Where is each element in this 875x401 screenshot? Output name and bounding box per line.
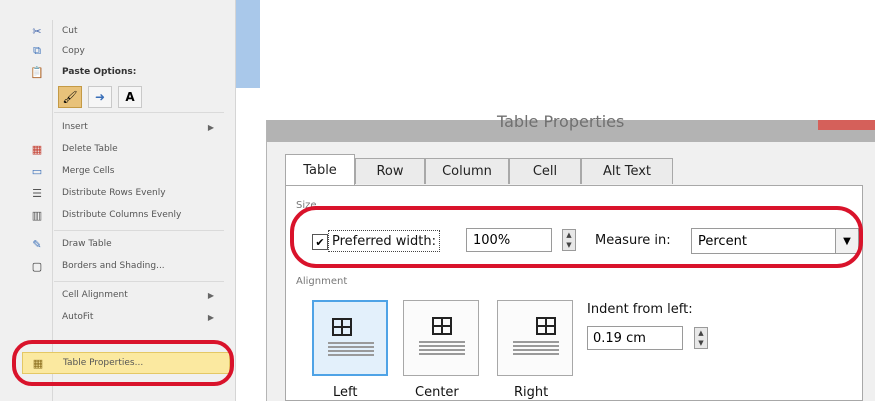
borders-icon: ▢: [31, 259, 43, 273]
annotation-circle-size: [290, 206, 863, 268]
distribute-columns-icon: ▥: [31, 208, 43, 222]
tab-column[interactable]: Column: [425, 158, 509, 184]
menu-item-autofit[interactable]: AutoFit ▶: [0, 307, 232, 327]
menu-separator: [54, 230, 224, 231]
indent-from-left-label: Indent from left:: [587, 302, 693, 317]
tab-table[interactable]: Table: [285, 154, 355, 186]
menu-item-copy[interactable]: ⧉ Copy: [0, 41, 232, 61]
submenu-arrow-icon: ▶: [207, 290, 214, 300]
tab-cell[interactable]: Cell: [509, 158, 581, 184]
merge-formatting-icon[interactable]: ➜: [88, 86, 112, 108]
close-button[interactable]: [818, 120, 875, 130]
paste-options-row: 🖌 ➜ A: [58, 86, 142, 108]
align-center-button[interactable]: [403, 300, 479, 376]
align-center-caption: Center: [415, 385, 459, 400]
draw-table-icon: ✎: [32, 237, 42, 251]
dialog-title: Table Properties: [497, 112, 625, 131]
menu-item-distribute-columns[interactable]: ▥ Distribute Columns Evenly: [0, 205, 232, 225]
menu-separator: [54, 281, 224, 282]
submenu-arrow-icon: ▶: [207, 122, 214, 132]
menu-item-paste-options: 📋 Paste Options:: [30, 65, 137, 79]
menu-item-delete-table[interactable]: ▦ Delete Table: [0, 139, 232, 159]
menu-item-distribute-rows[interactable]: ☰ Distribute Rows Evenly: [0, 183, 232, 203]
paste-icon: 📋: [30, 65, 44, 79]
indent-from-left-input[interactable]: 0.19 cm: [587, 326, 683, 350]
tab-row[interactable]: Row: [355, 158, 425, 184]
copy-icon: ⧉: [33, 44, 41, 57]
menu-separator: [54, 112, 224, 113]
distribute-rows-icon: ☰: [32, 186, 42, 200]
delete-table-icon: ▦: [31, 142, 43, 156]
menu-item-borders-shading[interactable]: ▢ Borders and Shading...: [0, 256, 232, 276]
scissors-icon: ✂: [32, 24, 42, 38]
text-lines-graphic: [419, 341, 465, 355]
merge-cells-icon: ▭: [31, 164, 43, 178]
align-right-caption: Right: [514, 385, 549, 400]
align-right-button[interactable]: [497, 300, 573, 376]
table-align-right-icon: [536, 317, 556, 335]
submenu-arrow-icon: ▶: [207, 312, 214, 322]
align-left-caption: Left: [333, 385, 358, 400]
keep-source-formatting-icon[interactable]: 🖌: [58, 86, 82, 108]
menu-item-merge-cells[interactable]: ▭ Merge Cells: [0, 161, 232, 181]
text-lines-graphic: [328, 342, 374, 356]
menu-item-insert[interactable]: Insert ▶: [0, 117, 232, 137]
menu-item-cell-alignment[interactable]: Cell Alignment ▶: [0, 285, 232, 305]
tab-alt-text[interactable]: Alt Text: [581, 158, 673, 184]
keep-text-only-icon[interactable]: A: [118, 86, 142, 108]
menu-item-draw-table[interactable]: ✎ Draw Table: [0, 234, 232, 254]
text-lines-graphic: [513, 341, 559, 355]
dialog-titlebar: Table Properties: [267, 112, 875, 142]
table-align-center-icon: [432, 317, 452, 335]
annotation-circle-table-properties: [12, 340, 234, 386]
align-left-button[interactable]: [312, 300, 388, 376]
alignment-section-label: Alignment: [296, 276, 348, 287]
indent-spinner[interactable]: ▲ ▼: [694, 327, 708, 349]
table-align-left-icon: [332, 318, 352, 336]
menu-item-cut[interactable]: ✂ Cut: [0, 21, 232, 41]
